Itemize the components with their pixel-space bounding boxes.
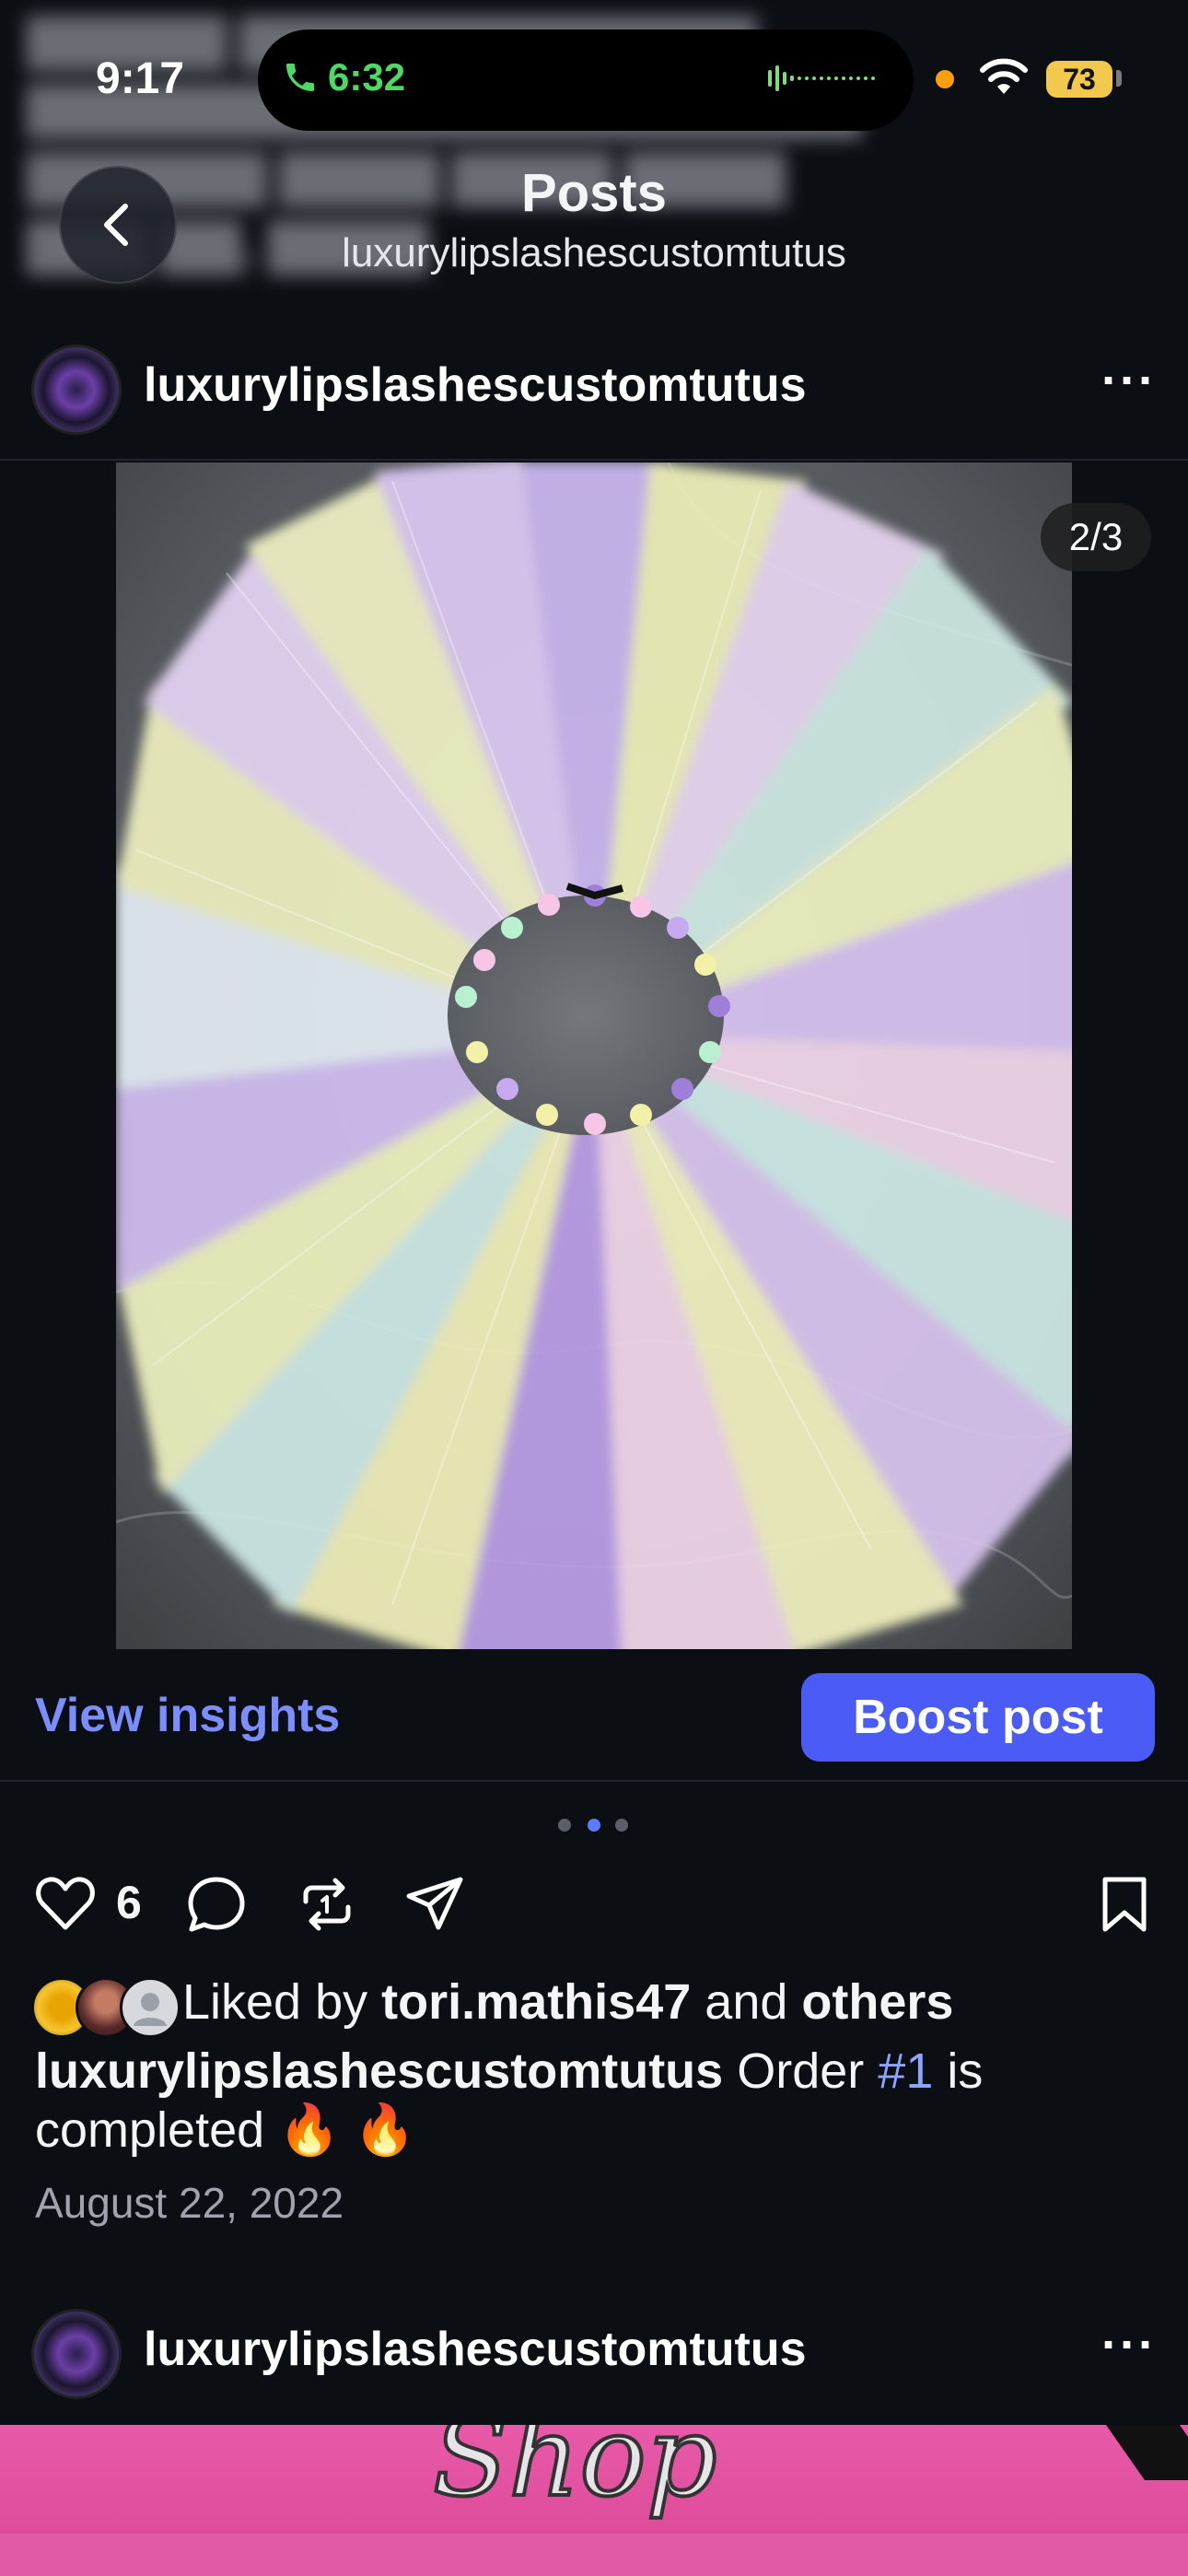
post-image[interactable] xyxy=(116,463,1072,1649)
boost-post-button[interactable]: Boost post xyxy=(801,1673,1155,1762)
post-date: August 22, 2022 xyxy=(35,2179,344,2227)
caption-text: Order xyxy=(737,2043,865,2099)
liked-by-others[interactable]: others xyxy=(801,1974,953,2030)
next-post-image-text: Shop xyxy=(431,2425,719,2523)
carousel-dot xyxy=(558,1819,571,1832)
more-options-icon[interactable]: ··· xyxy=(1101,2316,1157,2373)
carousel-dot xyxy=(615,1819,628,1832)
wifi-icon xyxy=(980,58,1028,94)
more-options-icon[interactable]: ··· xyxy=(1101,352,1157,409)
battery-tip xyxy=(1116,70,1122,87)
mic-indicator-dot xyxy=(936,70,954,88)
corner-decoration xyxy=(1105,2425,1188,2480)
caption-username[interactable]: luxurylipslashescustomtutus xyxy=(35,2043,723,2099)
page-title: Posts xyxy=(521,163,667,223)
audio-waveform-icon xyxy=(768,65,875,91)
caption-emoji: 🔥 🔥 xyxy=(278,2102,416,2158)
user-placeholder-icon xyxy=(134,1993,167,2026)
call-duration: 6:32 xyxy=(328,55,406,99)
caption-hashtag[interactable]: #1 xyxy=(878,2043,933,2099)
image-band xyxy=(0,2534,1188,2576)
liked-by-text[interactable]: Liked by tori.mathis47 and others xyxy=(182,1973,953,2031)
repost-icon[interactable] xyxy=(295,1872,359,1937)
post-caption: luxurylipslashescustomtutus Order #1 is … xyxy=(35,2042,1159,2160)
comment-bubble-icon[interactable] xyxy=(184,1872,249,1937)
image-counter: 2/3 xyxy=(1041,503,1151,571)
next-post-username[interactable]: luxurylipslashescustomtutus xyxy=(144,2322,807,2377)
liked-by-prefix: Liked by xyxy=(182,1974,368,2030)
liked-by-and: and xyxy=(705,1974,788,2030)
phone-call-icon xyxy=(286,64,314,91)
page-subtitle: luxurylipslashescustomtutus xyxy=(342,230,846,275)
heart-icon[interactable] xyxy=(33,1872,98,1937)
liker-avatar-placeholder[interactable] xyxy=(120,1977,181,2038)
next-post-image[interactable]: Shop xyxy=(0,2425,1188,2576)
like-count[interactable]: 6 xyxy=(116,1876,142,1929)
paper-plane-icon[interactable] xyxy=(403,1872,468,1937)
divider xyxy=(0,1780,1188,1782)
divider xyxy=(0,459,1188,461)
tutu-photo xyxy=(116,463,1072,1649)
avatar[interactable] xyxy=(31,2309,122,2399)
post-username[interactable]: luxurylipslashescustomtutus xyxy=(144,357,807,413)
avatar[interactable] xyxy=(31,345,122,435)
view-insights-link[interactable]: View insights xyxy=(35,1688,340,1743)
status-time: 9:17 xyxy=(96,54,185,103)
carousel-dot-active xyxy=(588,1819,600,1832)
liked-by-user[interactable]: tori.mathis47 xyxy=(381,1974,691,2030)
bookmark-icon[interactable] xyxy=(1092,1872,1157,1937)
battery-level: 73 xyxy=(1046,61,1112,98)
